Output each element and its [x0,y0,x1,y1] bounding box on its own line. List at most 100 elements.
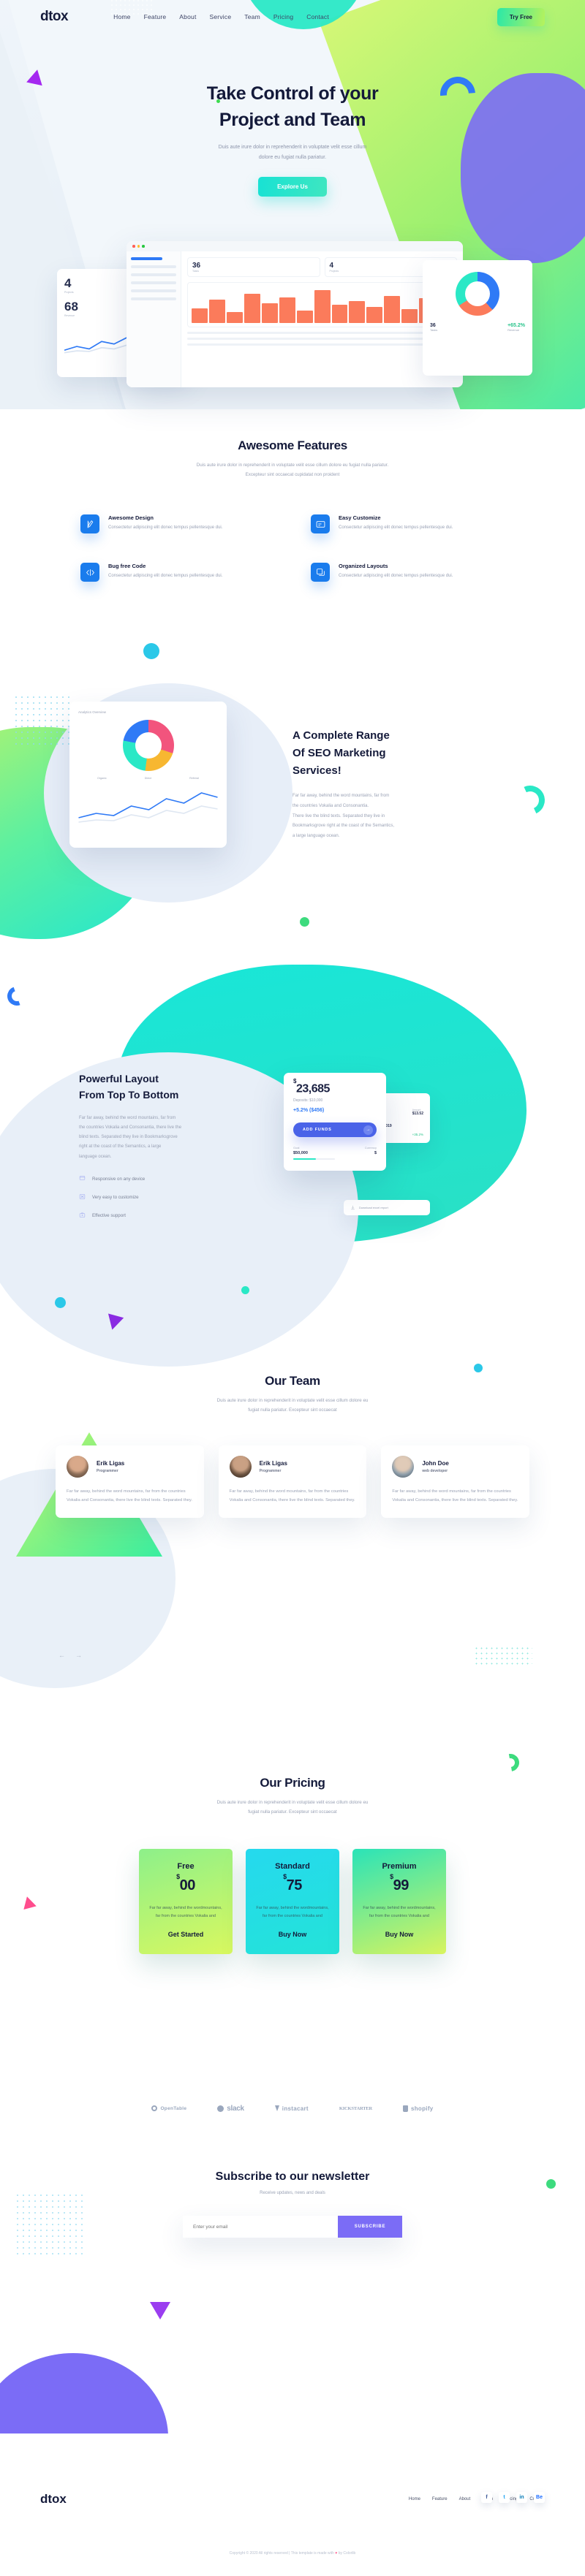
team-member-bio: Far far away, behind the word mountains,… [392,1489,518,1502]
newsletter-section: Subscribe to our newsletter Receive upda… [0,2141,585,2346]
feature-title: Organized Layouts [339,563,388,570]
balance-footer: Goal $50,000 Currency $ [293,1146,377,1160]
team-member-bio: Far far away, behind the word mountains,… [229,1489,355,1502]
feature-desc: Consectetur adipiscing elit donec tempus… [108,525,223,531]
twitter-icon[interactable]: t [499,2492,510,2503]
team-subtitle: Duis aute irure dolor in reprehenderit i… [0,1396,585,1415]
brand-logo[interactable]: dtox [40,9,69,25]
team-member-bio: Far far away, behind the word mountains,… [67,1489,192,1502]
linkedin-icon[interactable]: in [516,2492,527,2503]
dashboard-sidebar-item[interactable] [131,289,176,292]
mini-stat-item: +65.2% Revenue [507,323,525,332]
logo-kickstarter-label: KICKSTARTER [339,2105,372,2111]
behance-icon[interactable]: Be [534,2492,545,2503]
team-member-name: John Doe [422,1460,449,1467]
plan-currency: $ [283,1873,287,1881]
facebook-icon[interactable]: f [481,2492,492,2503]
try-free-button[interactable]: Try Free [497,7,545,26]
subscribe-button[interactable]: SUBSCRIBE [338,2216,402,2238]
pricing-sub-line-1: Duis aute irure dolor in reprehenderit i… [216,1800,369,1805]
team-header: Our Team Duis aute irure dolor in repreh… [0,1359,585,1415]
logo-shopify-label: shopify [411,2105,434,2112]
power-list-item-responsive: Responsive on any device [79,1175,262,1183]
footer-nav-about[interactable]: About [459,2497,471,2501]
seo-title-line-1: A Complete Range [292,729,390,742]
dashboard-content: 36 Tasks 4 Projects [181,251,463,387]
add-funds-button[interactable]: ADD FUNDS → [293,1122,377,1138]
seo-text-block: A Complete Range Of SEO Marketing Servic… [292,727,483,842]
plan-name: Premium [382,1862,417,1872]
dashboard-sidebar-item[interactable] [131,297,176,300]
opentable-mark-icon [151,2105,158,2111]
power-teal-dot [241,1286,249,1294]
logo-slack: slack [217,2105,244,2113]
carousel-prev-arrow-icon[interactable]: ← [58,1652,65,1659]
avatar [229,1456,252,1478]
power-para-line-1: Far far away, behind the word mountains,… [79,1115,176,1120]
seo-line-chart [78,792,218,823]
plan-amount: $99 [361,1873,437,1894]
footer-nav-feature[interactable]: Feature [432,2497,448,2501]
nav-item-contact[interactable]: Contact [306,13,329,20]
add-funds-label: ADD FUNDS [303,1128,332,1133]
plan-price: 75 [286,1877,303,1894]
nav-item-about[interactable]: About [179,13,196,20]
pricing-grid: Free $00 Far far away, behind the wordmo… [139,1849,446,1955]
download-report-card[interactable]: Download excel report [344,1200,430,1215]
plan-cta-button[interactable]: Buy Now [254,1931,331,1938]
download-icon [351,1205,355,1210]
dashboard-sidebar-item[interactable] [131,273,176,276]
powerful-layout-section: Powerful Layout From Top To Bottom Far f… [0,965,585,1367]
email-field[interactable] [183,2216,338,2238]
plan-currency: $ [176,1873,180,1881]
currency-symbol: $ [293,1078,296,1084]
dashboard-sidebar-item-active[interactable] [131,257,163,260]
nav-item-service[interactable]: Service [210,13,232,20]
client-logos-strip: OpenTable slack instacart KICKSTARTER sh… [0,2083,585,2134]
explore-us-button[interactable]: Explore Us [258,176,327,197]
dashboard-bar-chart [187,282,457,327]
team-member-header: John Doe web developer [392,1456,518,1478]
currency-value: $ [374,1151,377,1156]
dashboard-sidebar-item[interactable] [131,281,176,284]
dashboard-right-card: 36 Tasks +65.2% Revenue [423,260,532,376]
team-member-role: Programmer [97,1469,118,1474]
newsletter-dot-pattern [15,2192,84,2254]
power-list-item-customize: Very easy to customize [79,1193,262,1201]
card-layout-icon [311,514,330,534]
plan-cta-button[interactable]: Get Started [148,1931,224,1938]
team-section: Our Team Duis aute irure dolor in repreh… [0,1359,585,1688]
balance-amount: $23,685 [293,1078,377,1095]
plan-name: Standard [275,1862,310,1872]
dashboard-stat-row: 36 Tasks 4 Projects [187,257,457,277]
logo-shopify: shopify [403,2105,434,2112]
hero-sub-line-2: dolore eu fugiat nulla pariatur. [258,155,327,161]
nav-item-home[interactable]: Home [113,13,130,20]
team-member-card: Erik Ligas Programmer Far far away, behi… [218,1445,367,1519]
main-navigation: Home Feature About Service Team Pricing … [113,13,329,20]
plan-desc: Far far away, behind the wordmountains, … [149,1906,222,1919]
team-member-name: Erik Ligas [97,1460,125,1467]
power-title-line-2: From Top To Bottom [79,1089,179,1101]
window-dot-green [142,245,145,248]
nav-item-team[interactable]: Team [244,13,260,20]
nav-item-pricing[interactable]: Pricing [273,13,293,20]
footer-logo[interactable]: dtox [40,2492,67,2507]
balance-value: 23,685 [295,1082,330,1095]
footer-nav-home[interactable]: Home [409,2497,420,2501]
pricing-section: Our Pricing Duis aute irure dolor in rep… [0,1750,585,2068]
code-brackets-icon [80,563,99,582]
features-section: Awesome Features Duis aute irure dolor i… [0,438,585,582]
dashboard-sidebar-item[interactable] [131,265,176,268]
donut-chart [456,272,499,316]
nav-item-feature[interactable]: Feature [144,13,167,20]
plan-cta-button[interactable]: Buy Now [361,1931,437,1938]
customize-icon [79,1193,86,1201]
seo-green-dot [300,917,309,927]
carousel-next-arrow-icon[interactable]: → [75,1652,82,1659]
power-list-label: Effective support [92,1212,126,1218]
power-purple-triangle [104,1313,124,1332]
seo-para-line-4: Bookmarksgrove right at the coast of the… [292,824,395,829]
legend-item-direct: Direct [144,777,152,780]
seo-analytics-card: Analytics Overview Organic Direct Referr… [69,702,227,848]
